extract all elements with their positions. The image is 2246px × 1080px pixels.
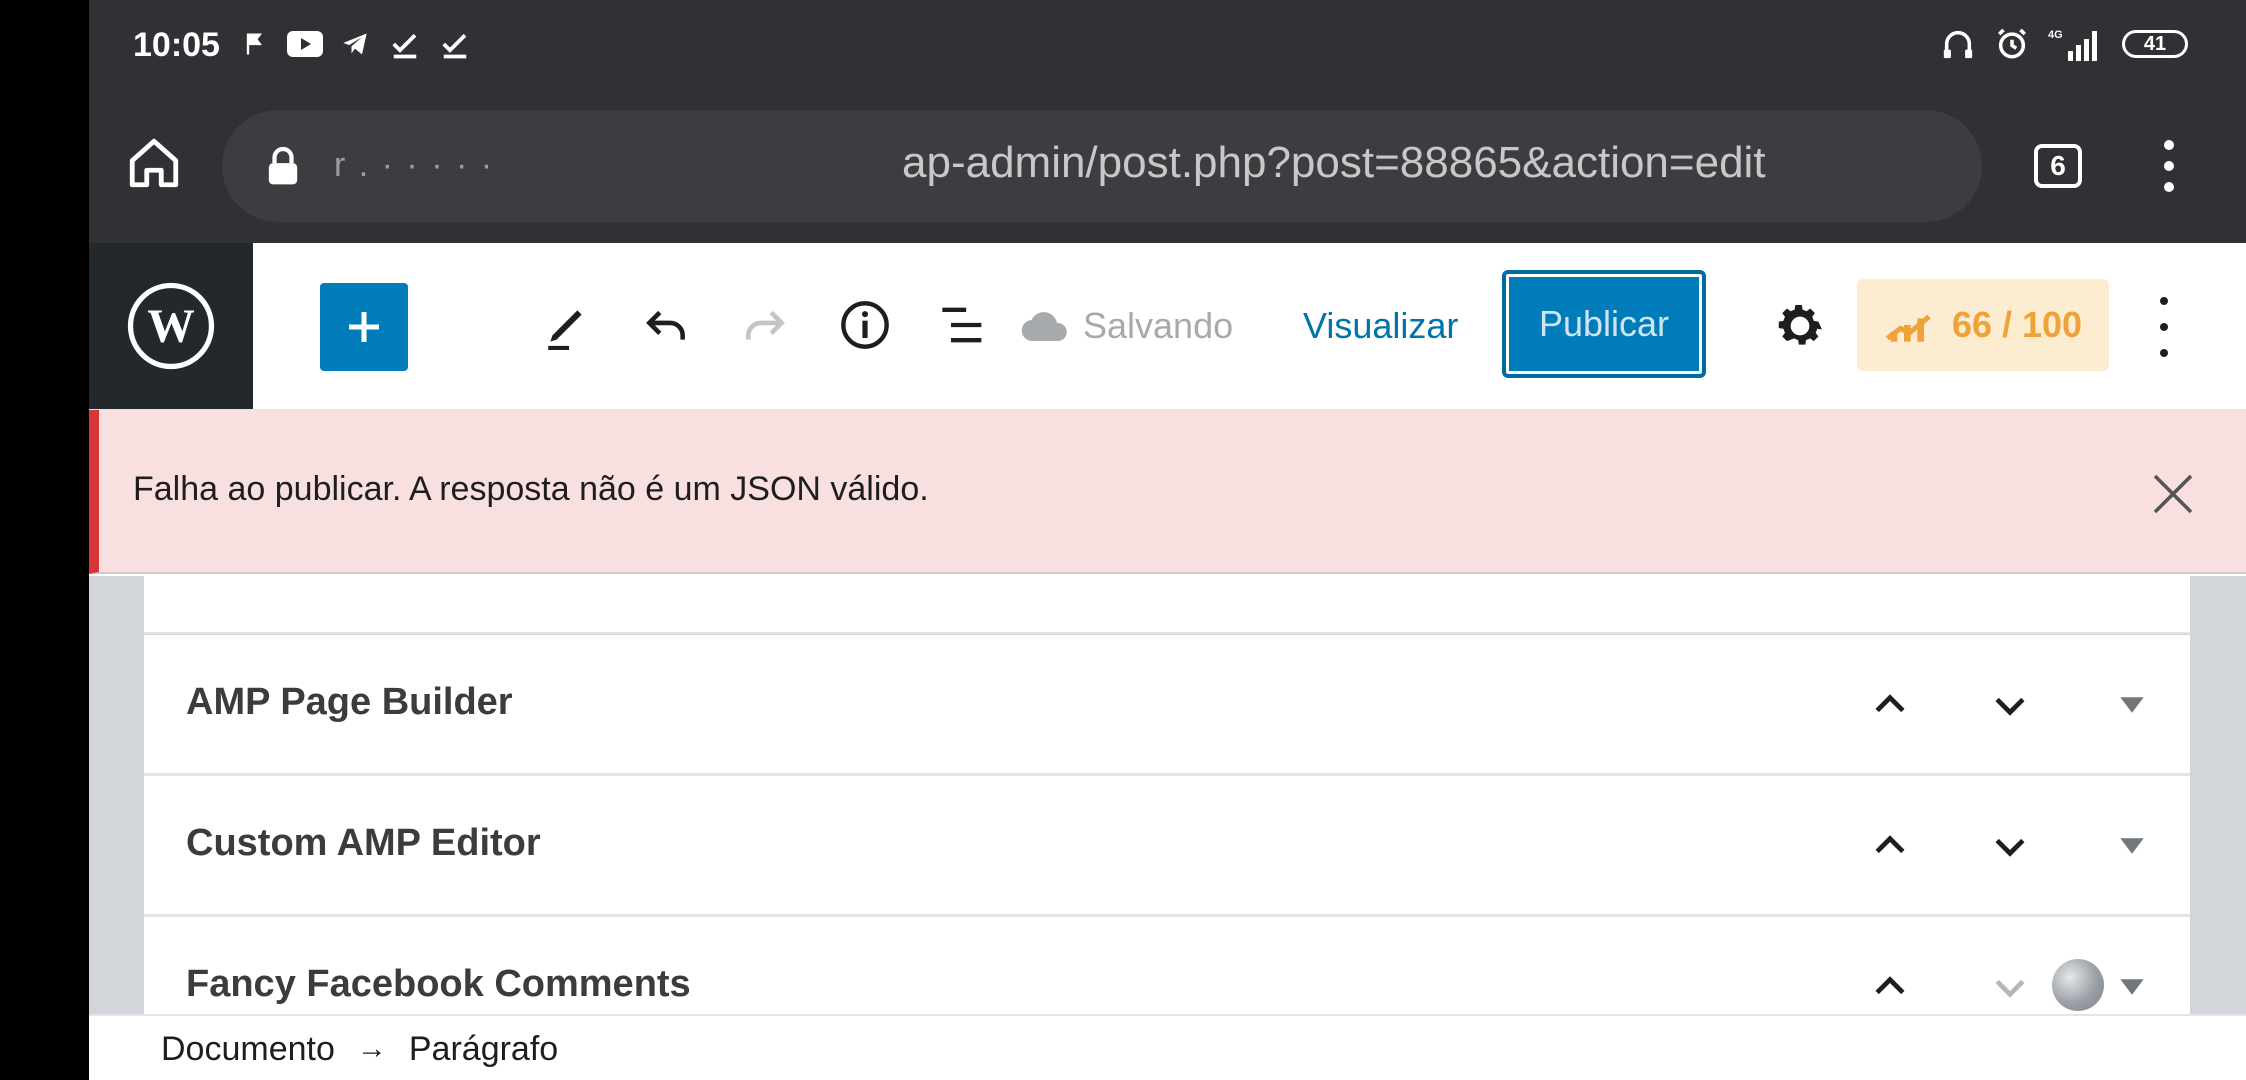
panel-top-edge [144,576,2190,634]
edit-pencil-icon[interactable] [537,295,597,355]
publish-button[interactable]: Publicar [1502,270,1706,378]
more-options-icon[interactable] [2149,297,2179,357]
headphones-icon [1940,26,1976,62]
flag-icon [237,26,273,62]
breadcrumb-document[interactable]: Documento [161,1030,335,1069]
seo-chart-icon [1885,314,1931,342]
breadcrumb-separator: → [356,1032,387,1065]
preview-button[interactable]: Visualizar [1303,305,1458,347]
move-up-icon[interactable] [1860,957,1920,1014]
metabox-custom-amp-editor: Custom AMP Editor [144,776,2190,917]
metabox-title[interactable]: AMP Page Builder [186,681,513,724]
saving-label: Salvando [1083,305,1234,346]
url-text[interactable]: ap-admin/post.php?post=88865&action=edit [902,138,1766,188]
url-domain-masked: r . · · · · · [334,146,495,184]
svg-text:4G: 4G [2048,29,2063,41]
url-bar[interactable]: r . · · · · · ap-admin/post.php?post=888… [222,110,1982,222]
metabox-title[interactable]: Custom AMP Editor [186,822,541,865]
notice-message: Falha ao publicar. A resposta não é um J… [133,470,929,508]
touch-indicator-orb [2052,959,2104,1011]
undo-icon[interactable] [636,295,696,355]
outline-icon[interactable] [934,295,994,355]
seo-score-button[interactable]: 66 / 100 [1857,279,2109,371]
youtube-icon [287,26,323,62]
toggle-panel-icon[interactable] [2102,816,2162,876]
address-row: r . · · · · · ap-admin/post.php?post=888… [89,110,2246,222]
move-up-icon[interactable] [1860,816,1920,876]
system-icons: 4G 41 [1940,26,2188,62]
add-block-button[interactable] [320,283,408,371]
seo-score-value: 66 / 100 [1951,304,2083,345]
task-done-icon [387,26,423,62]
notification-icons [237,26,473,62]
task-done-icon [437,26,473,62]
browser-chrome: 10:05 4G 41 r . · · · · · ap-admin/post.… [89,0,2246,243]
metabox-fancy-facebook-comments: Fancy Facebook Comments [144,917,2190,1014]
lock-icon[interactable] [266,146,300,186]
move-down-icon[interactable] [1980,816,2040,876]
move-down-icon[interactable] [1980,957,2040,1014]
svg-text:W: W [147,301,195,353]
home-icon[interactable] [125,134,183,192]
telegram-icon [337,26,373,62]
battery-indicator: 41 [2122,30,2188,58]
toggle-panel-icon[interactable] [2102,675,2162,735]
signal-icon: 4G [2048,26,2104,62]
error-notice: Falha ao publicar. A resposta não é um J… [89,410,2246,574]
metabox-amp-page-builder: AMP Page Builder [144,635,2190,776]
cloud-icon [1021,312,1067,342]
status-bar: 10:05 4G 41 [89,0,2246,95]
metaboxes-area: AMP Page Builder Custom AMP Editor Fancy… [89,576,2246,1014]
device-screen: 10:05 4G 41 r . · · · · · ap-admin/post.… [89,0,2246,1080]
tab-switcher-button[interactable]: 6 [2034,144,2082,188]
breadcrumb-paragraph[interactable]: Parágrafo [409,1030,558,1069]
browser-menu-icon[interactable] [2149,140,2189,192]
block-breadcrumb: Documento → Parágrafo [89,1014,2246,1080]
editor-toolbar: W Salvando Visualizar Publicar 66 / 100 [89,243,2246,410]
status-time: 10:05 [133,26,220,64]
close-icon[interactable] [2149,470,2197,518]
move-down-icon[interactable] [1980,675,2040,735]
move-up-icon[interactable] [1860,675,1920,735]
toggle-panel-icon[interactable] [2102,957,2162,1014]
wordpress-logo[interactable]: W [89,243,253,409]
metabox-title[interactable]: Fancy Facebook Comments [186,963,691,1006]
info-icon[interactable] [835,295,895,355]
redo-icon[interactable] [735,295,795,355]
plus-icon [349,312,379,342]
saving-status: Salvando [1021,305,1233,347]
settings-gear-icon[interactable] [1772,298,1828,354]
alarm-icon [1994,26,2030,62]
